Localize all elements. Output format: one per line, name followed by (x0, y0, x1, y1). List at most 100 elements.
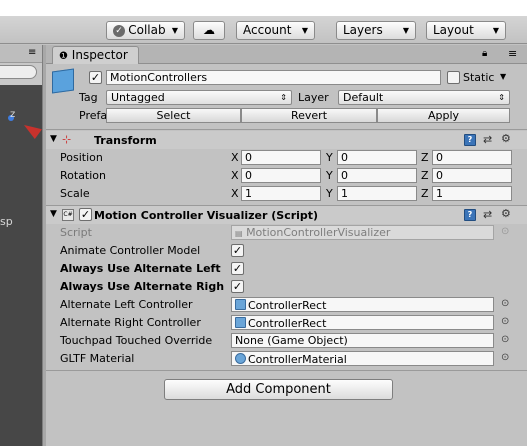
scene-partial-text: sp (0, 215, 13, 228)
layers-label: Layers (343, 23, 383, 37)
material-icon (235, 353, 246, 364)
script-component-title: Motion Controller Visualizer (Script) (94, 209, 319, 222)
collab-button[interactable]: ✓ Collab ▼ (106, 21, 185, 40)
rotation-x-field[interactable]: 0 (241, 168, 321, 183)
collab-check-icon: ✓ (113, 24, 125, 37)
left-panel-tabbar: ≡ (0, 45, 42, 63)
transform-header[interactable]: ▼ ⊹ Transform ? ⇄ ⚙ (46, 131, 527, 149)
active-checkbox[interactable]: ✓ (89, 71, 102, 84)
layer-value: Default (343, 91, 384, 104)
window-top-strip (0, 0, 527, 16)
add-component-button[interactable]: Add Component (164, 379, 393, 400)
object-picker-icon[interactable]: ⊙ (501, 352, 509, 363)
chevron-down-icon: ▼ (492, 26, 499, 35)
axis-z-label: Z (421, 169, 429, 182)
position-z-field[interactable]: 0 (432, 150, 512, 165)
axis-x-label: X (231, 187, 239, 200)
axis-x-label: X (231, 151, 239, 164)
preset-icon[interactable]: ⇄ (483, 208, 492, 221)
scale-label: Scale (60, 187, 90, 200)
prefab-select-button[interactable]: Select (106, 108, 241, 123)
tab-inspector[interactable]: ❶ Inspector (52, 46, 139, 64)
layer-label: Layer (298, 91, 329, 104)
axis-z-label: Z (421, 151, 429, 164)
lock-icon[interactable]: 🔒︎ (482, 48, 487, 59)
scale-y-field[interactable]: 1 (337, 186, 417, 201)
axis-z-label: Z (421, 187, 429, 200)
static-dropdown-icon[interactable]: ▼ (500, 72, 506, 81)
alt-right-controller-label: Alternate Right Controller (60, 316, 201, 329)
tag-dropdown[interactable]: Untagged ⇕ (106, 90, 292, 105)
gameobject-icon (235, 317, 246, 328)
account-dropdown[interactable]: Account ▼ (236, 21, 315, 40)
touchpad-override-field[interactable]: None (Game Object) (231, 333, 494, 348)
gear-icon[interactable]: ⚙ (501, 132, 511, 145)
left-panel: ≡ z sp (0, 45, 42, 446)
static-label: Static (463, 71, 495, 84)
animate-controller-checkbox[interactable]: ✓ (231, 244, 244, 257)
rotation-y-field[interactable]: 0 (337, 168, 417, 183)
chevron-down-icon: ▼ (301, 26, 308, 35)
alt-right-checkbox[interactable]: ✓ (231, 280, 244, 293)
layers-dropdown[interactable]: Layers ▼ (336, 21, 416, 40)
cloud-button[interactable]: ☁ (193, 21, 225, 40)
object-picker-icon[interactable]: ⊙ (501, 298, 509, 309)
inspector-panel: ❶ Inspector 🔒︎ ≡ ✓ MotionControllers Sta… (46, 45, 527, 446)
script-reference-field: ▤ MotionControllerVisualizer (231, 225, 494, 240)
panel-menu-icon[interactable]: ≡ (28, 47, 36, 58)
scene-view[interactable]: z sp (0, 85, 42, 446)
alt-left-checkbox[interactable]: ✓ (231, 262, 244, 275)
position-x-field[interactable]: 0 (241, 150, 321, 165)
prefab-apply-button[interactable]: Apply (377, 108, 510, 123)
divider (46, 370, 527, 371)
foldout-arrow-icon[interactable]: ▼ (50, 209, 57, 219)
layout-dropdown[interactable]: Layout ▼ (426, 21, 506, 40)
alt-right-controller-field[interactable]: ControllerRect (231, 315, 494, 330)
axis-y-label: Y (326, 187, 333, 200)
info-icon: ❶ (59, 51, 68, 62)
foldout-arrow-icon[interactable]: ▼ (50, 134, 57, 144)
position-label: Position (60, 151, 103, 164)
up-down-arrow-icon: ⇕ (498, 93, 505, 102)
layout-label: Layout (433, 23, 474, 37)
gear-icon[interactable]: ⚙ (501, 207, 511, 220)
animate-controller-label: Animate Controller Model (60, 244, 201, 257)
axis-x-label: X (231, 169, 239, 182)
script-value: MotionControllerVisualizer (246, 226, 391, 239)
gameobject-cube-icon (52, 68, 74, 94)
inspector-tabbar: ❶ Inspector 🔒︎ ≡ (46, 45, 527, 64)
axis-y-label: Y (326, 169, 333, 182)
alt-right-controller-value: ControllerRect (248, 317, 327, 330)
alt-left-label: Always Use Alternate Left (60, 262, 221, 275)
gameobject-icon (235, 299, 246, 310)
axis-y-label: Y (326, 151, 333, 164)
object-picker-icon[interactable]: ⊙ (501, 316, 509, 327)
help-book-icon[interactable]: ? (464, 209, 476, 221)
object-name-field[interactable]: MotionControllers (106, 70, 441, 85)
script-component-header[interactable]: ▼ C# ✓ Motion Controller Visualizer (Scr… (46, 206, 527, 224)
gizmo-x-axis (24, 125, 42, 139)
panel-menu-icon[interactable]: ≡ (508, 47, 517, 60)
hierarchy-search-input[interactable] (0, 65, 37, 79)
script-file-icon: ▤ (235, 229, 243, 238)
position-y-field[interactable]: 0 (337, 150, 417, 165)
layer-dropdown[interactable]: Default ⇕ (338, 90, 510, 105)
collab-label: Collab (128, 23, 166, 37)
alt-left-controller-value: ControllerRect (248, 299, 327, 312)
static-checkbox[interactable] (447, 71, 460, 84)
alt-left-controller-field[interactable]: ControllerRect (231, 297, 494, 312)
script-enabled-checkbox[interactable]: ✓ (79, 208, 92, 221)
scale-x-field[interactable]: 1 (241, 186, 321, 201)
tag-label: Tag (79, 91, 98, 104)
cloud-icon: ☁ (203, 23, 215, 37)
help-book-icon[interactable]: ? (464, 134, 476, 146)
rotation-z-field[interactable]: 0 (432, 168, 512, 183)
scale-z-field[interactable]: 1 (432, 186, 512, 201)
gltf-material-field[interactable]: ControllerMaterial (231, 351, 494, 366)
touchpad-override-label: Touchpad Touched Override (60, 334, 213, 347)
up-down-arrow-icon: ⇕ (280, 93, 287, 102)
preset-icon[interactable]: ⇄ (483, 133, 492, 146)
object-picker-icon[interactable]: ⊙ (501, 334, 509, 345)
tag-value: Untagged (111, 91, 165, 104)
prefab-revert-button[interactable]: Revert (241, 108, 377, 123)
